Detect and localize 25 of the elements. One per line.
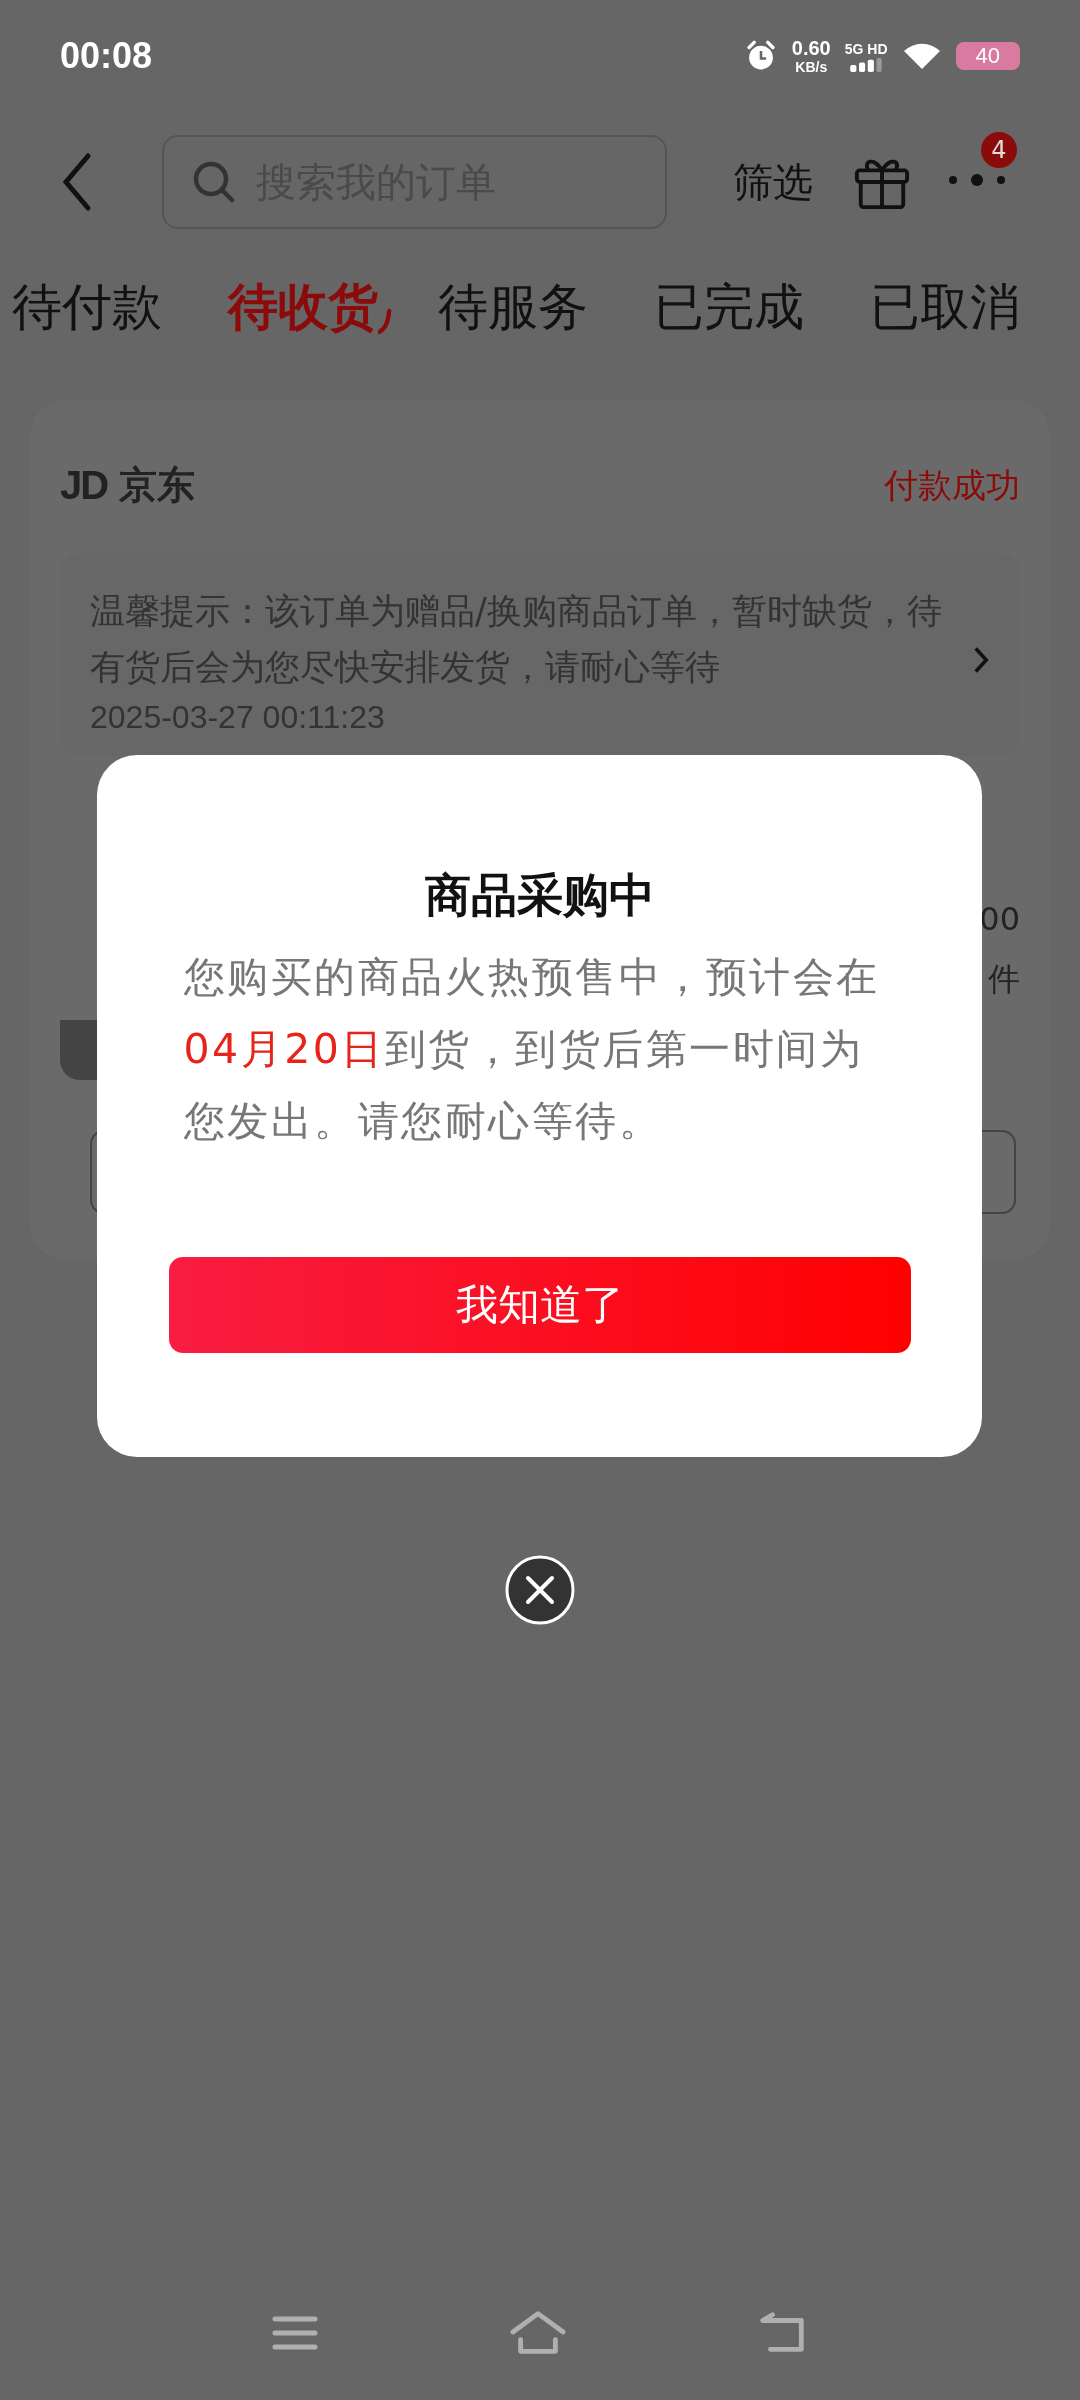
back-icon[interactable] [62, 152, 92, 212]
confirm-button[interactable]: 我知道了 [168, 1257, 911, 1353]
network-type: 5G HD [844, 40, 888, 58]
close-icon[interactable] [504, 1554, 576, 1626]
speed-unit: KB/s [795, 59, 828, 75]
order-tab[interactable]: 待收货 [228, 273, 392, 341]
order-tab[interactable]: 已取消 [870, 273, 1020, 341]
search-icon [192, 160, 236, 204]
home-icon[interactable] [509, 2310, 567, 2356]
order-tab[interactable]: 已完成 [654, 273, 804, 341]
notification-badge: 4 [981, 132, 1017, 168]
price-text: 00 [979, 900, 1020, 938]
count-text: 件 [988, 959, 1020, 1000]
order-status: 付款成功 [884, 463, 1020, 507]
status-time: 00:08 [60, 35, 153, 77]
shop-logo: JD [60, 463, 108, 508]
order-tab[interactable]: 待服务 [438, 273, 588, 341]
network-speed: 0.60 [791, 37, 831, 59]
battery-indicator: 40 [955, 42, 1020, 70]
shop-name: 京东 [119, 462, 196, 509]
signal-icon [848, 58, 885, 72]
dialog-message: 您购买的商品火热预售中，预计会在04月20日到货，到货后第一时间为您发出。请您耐心等待。 [183, 952, 881, 1147]
dialog-title: 商品采购中 [424, 867, 655, 924]
filter-button[interactable]: 筛选 [733, 154, 813, 210]
order-tab[interactable]: 待付款 [12, 273, 162, 341]
